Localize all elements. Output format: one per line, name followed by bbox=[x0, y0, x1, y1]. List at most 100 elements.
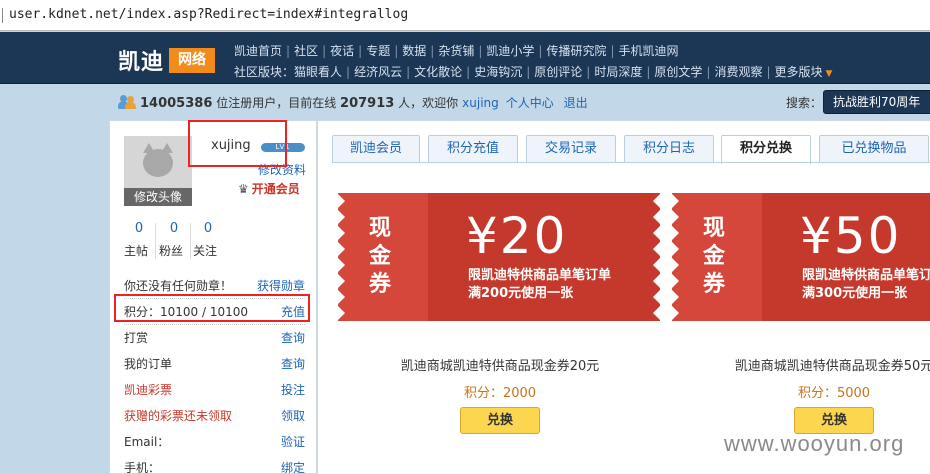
board-link[interactable]: 消费观察 bbox=[714, 65, 762, 79]
status-bar: 14005386 位注册用户，目前在线 207913 人，欢迎你 xujing 个人… bbox=[118, 90, 930, 114]
lottery-link[interactable]: 凯迪彩票 bbox=[124, 381, 172, 398]
tips-query-link[interactable]: 查询 bbox=[281, 329, 305, 346]
nav-mobile[interactable]: 手机凯迪网 bbox=[619, 44, 679, 58]
nav-store[interactable]: 杂货铺 bbox=[438, 44, 474, 58]
claim-link[interactable]: 领取 bbox=[281, 407, 305, 424]
board-link[interactable]: 经济风云 bbox=[354, 65, 402, 79]
sub-nav-label: 社区版块： bbox=[234, 65, 295, 79]
verify-email-link[interactable]: 验证 bbox=[281, 433, 305, 450]
nav-data[interactable]: 数据 bbox=[402, 44, 426, 58]
nav-separator: | bbox=[406, 65, 411, 79]
current-user-link[interactable]: xujing bbox=[462, 96, 499, 110]
board-link[interactable]: 猫眼看人 bbox=[294, 65, 342, 79]
coupon-edge-right bbox=[653, 193, 661, 321]
site-logo-badge[interactable]: 网络 bbox=[169, 48, 215, 73]
orders-query-link[interactable]: 查询 bbox=[281, 355, 305, 372]
points-exchange-panel: 凯迪会员 积分充值 交易记录 积分日志 积分兑换 已兑换物品 现金券 ¥20 限… bbox=[318, 120, 930, 474]
board-link[interactable]: 原创评论 bbox=[534, 65, 582, 79]
tab-points-recharge[interactable]: 积分充值 bbox=[428, 135, 518, 163]
nav-separator: | bbox=[538, 44, 543, 58]
nav-community[interactable]: 社区 bbox=[294, 44, 318, 58]
email-label: Email： bbox=[124, 435, 170, 449]
change-avatar-link[interactable]: 修改头像 bbox=[124, 188, 192, 206]
dropdown-arrow-icon[interactable]: ▼ bbox=[826, 69, 833, 79]
user-stats: 0 主帖 0 粉丝 0 关注 bbox=[124, 221, 244, 261]
coupon-terms-line: 限凯迪特供商品单笔订单 bbox=[468, 268, 612, 283]
nav-institute[interactable]: 传播研究院 bbox=[546, 44, 606, 58]
nav-separator: | bbox=[478, 44, 483, 58]
search-input[interactable]: 抗战胜利70周年 bbox=[823, 90, 930, 114]
coupon-terms-line: 限凯迪特供商品单笔订单 bbox=[802, 268, 930, 283]
tabs-divider bbox=[332, 162, 930, 163]
product-name[interactable]: 凯迪商城凯迪特供商品现金券50元 bbox=[710, 355, 930, 374]
stat-posts-count: 0 bbox=[134, 221, 144, 236]
user-center-link[interactable]: 个人中心 bbox=[506, 96, 554, 110]
nav-separator: | bbox=[610, 44, 615, 58]
nav-separator: | bbox=[706, 65, 711, 79]
tab-points-exchange[interactable]: 积分兑换 bbox=[721, 135, 811, 164]
browser-address-bar[interactable]: user.kdnet.net/index.asp?Redirect=index#… bbox=[0, 0, 930, 31]
lottery-bet-link[interactable]: 投注 bbox=[281, 381, 305, 398]
board-link[interactable]: 时局深度 bbox=[594, 65, 642, 79]
tab-points-log[interactable]: 积分日志 bbox=[624, 135, 714, 163]
coupon-card[interactable]: 现金券 ¥50 限凯迪特供商品单笔订单满300元使用一张 bbox=[671, 193, 930, 321]
online-label: 人，欢迎你 bbox=[398, 96, 459, 110]
nav-school[interactable]: 凯迪小学 bbox=[486, 44, 534, 58]
get-medals-link[interactable]: 获得勋章 bbox=[257, 277, 305, 294]
nav-separator: | bbox=[322, 44, 327, 58]
stat-following[interactable]: 0 关注 bbox=[193, 221, 223, 259]
menu-row-email: Email： 验证 bbox=[124, 429, 305, 455]
menu-row-tips: 打赏 查询 bbox=[124, 325, 305, 351]
tab-membership[interactable]: 凯迪会员 bbox=[332, 135, 420, 163]
coupon-edge-left bbox=[337, 193, 345, 321]
stat-posts[interactable]: 0 主帖 bbox=[124, 221, 154, 259]
menu-row-gift-lottery: 获赠的彩票还未领取 领取 bbox=[124, 403, 305, 429]
product-name[interactable]: 凯迪商城凯迪特供商品现金券20元 bbox=[376, 355, 624, 374]
tab-exchanged-items[interactable]: 已兑换物品 bbox=[819, 135, 929, 163]
online-count: 207913 bbox=[340, 96, 395, 111]
nav-separator: | bbox=[394, 44, 399, 58]
medals-text: 你还没有任何勋章！ bbox=[124, 279, 233, 293]
coupon-edge-left bbox=[671, 193, 679, 321]
coupon-terms: 限凯迪特供商品单笔订单 满200元使用一张 bbox=[468, 267, 611, 303]
product-item: 凯迪商城凯迪特供商品现金券50元 积分：5000 兑换 bbox=[710, 355, 930, 434]
coupon-card[interactable]: 现金券 ¥20 限凯迪特供商品单笔订单 满200元使用一张 bbox=[337, 193, 661, 321]
board-link[interactable]: 史海钩沉 bbox=[474, 65, 522, 79]
nav-night-talk[interactable]: 夜话 bbox=[330, 44, 354, 58]
coupon-terms: 限凯迪特供商品单笔订单满300元使用一张 bbox=[802, 267, 930, 303]
site-logo-text[interactable]: 凯迪 bbox=[118, 44, 164, 76]
nav-topics[interactable]: 专题 bbox=[366, 44, 390, 58]
nav-separator: | bbox=[346, 65, 351, 79]
nav-separator: | bbox=[286, 44, 291, 58]
board-link[interactable]: 原创文学 bbox=[654, 65, 702, 79]
nav-home[interactable]: 凯迪首页 bbox=[234, 44, 282, 58]
more-boards-link[interactable]: 更多版块 bbox=[775, 65, 823, 79]
stat-divider bbox=[155, 223, 156, 259]
board-link[interactable]: 文化散论 bbox=[414, 65, 462, 79]
product-points: 积分：2000 bbox=[463, 386, 537, 401]
logout-link[interactable]: 退出 bbox=[564, 96, 588, 110]
stat-posts-label: 主帖 bbox=[124, 244, 149, 258]
nav-separator: | bbox=[586, 65, 591, 79]
nav-separator: | bbox=[358, 44, 363, 58]
exchange-button[interactable]: 兑换 bbox=[794, 407, 874, 434]
menu-row-phone: 手机： 绑定 bbox=[124, 455, 305, 474]
account-tabs: 凯迪会员 积分充值 交易记录 积分日志 积分兑换 已兑换物品 bbox=[332, 135, 930, 164]
nav-separator: | bbox=[466, 65, 471, 79]
users-icon bbox=[118, 95, 136, 109]
stat-following-label: 关注 bbox=[193, 244, 218, 258]
tab-transactions[interactable]: 交易记录 bbox=[526, 135, 616, 163]
exchange-button[interactable]: 兑换 bbox=[460, 407, 540, 434]
coupon-value: ¥50 bbox=[800, 207, 902, 265]
avatar[interactable]: 修改头像 bbox=[124, 136, 192, 206]
gift-lottery-text[interactable]: 获赠的彩票还未领取 bbox=[124, 407, 232, 424]
open-membership-link[interactable]: ♛ 开通会员 bbox=[238, 180, 300, 197]
url-text[interactable]: user.kdnet.net/index.asp?Redirect=index#… bbox=[9, 7, 408, 22]
bind-phone-link[interactable]: 绑定 bbox=[281, 459, 305, 474]
nav-separator: | bbox=[526, 65, 531, 79]
stat-following-count: 0 bbox=[203, 221, 213, 236]
registered-count: 14005386 bbox=[140, 96, 213, 111]
stat-fans[interactable]: 0 粉丝 bbox=[159, 221, 189, 259]
coupon-stub-text: 现金券 bbox=[368, 216, 391, 297]
menu-row-orders: 我的订单 查询 bbox=[124, 351, 305, 377]
